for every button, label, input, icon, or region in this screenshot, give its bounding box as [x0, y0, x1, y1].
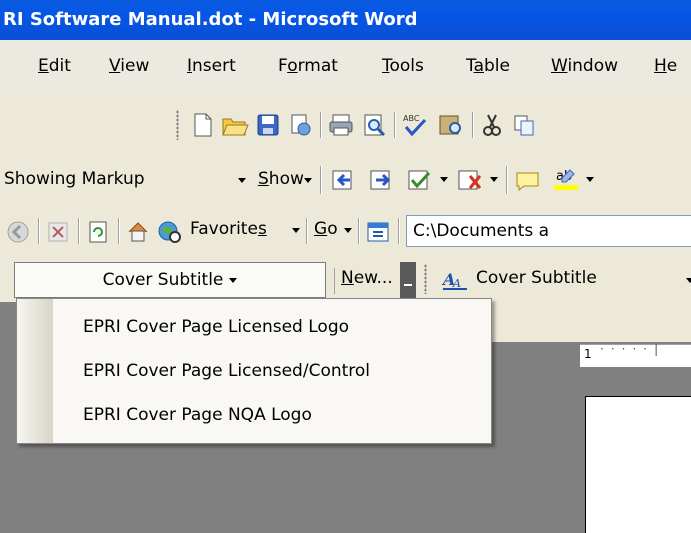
insert-comment-icon[interactable]: [512, 166, 544, 194]
accept-change-icon[interactable]: [404, 166, 436, 194]
ruler-label: 1: [584, 347, 592, 361]
address-field[interactable]: C:\Documents a: [406, 215, 691, 247]
menu-table[interactable]: Table: [466, 56, 510, 76]
window-title: RI Software Manual.dot - Microsoft Word: [3, 9, 418, 30]
window-title-bar: RI Software Manual.dot - Microsoft Word: [0, 0, 691, 40]
menu-item-licensed-control[interactable]: EPRI Cover Page Licensed/Control: [83, 361, 370, 381]
horizontal-ruler[interactable]: 1 ·····|: [580, 342, 691, 367]
menu-help[interactable]: He: [654, 56, 677, 76]
next-change-icon[interactable]: [366, 166, 398, 194]
menu-gutter: [17, 299, 53, 443]
svg-text:ABC: ABC: [403, 114, 420, 123]
toolbar-grip[interactable]: [176, 110, 179, 140]
menu-format[interactable]: Format: [278, 56, 338, 76]
show-menu-button[interactable]: Show: [258, 169, 304, 189]
document-page[interactable]: [585, 396, 691, 533]
style-dropdown-button[interactable]: Cover Subtitle: [14, 262, 326, 298]
separator: [398, 218, 400, 244]
new-document-icon[interactable]: [190, 111, 216, 139]
spelling-icon[interactable]: ABC: [400, 111, 430, 139]
standard-toolbar: ABC: [0, 96, 691, 154]
separator: [320, 112, 322, 138]
print-icon[interactable]: [326, 111, 356, 139]
reviewing-toolbar: Showing Markup Show ab: [0, 154, 691, 206]
separator: [306, 218, 308, 244]
show-only-web-toolbar-icon[interactable]: [364, 218, 392, 246]
start-page-icon[interactable]: [124, 218, 152, 246]
accept-dropdown-arrow[interactable]: [440, 177, 448, 182]
style-dropdown-menu: EPRI Cover Page Licensed Logo EPRI Cover…: [16, 298, 492, 444]
web-toolbar: Favorites Go C:\Documents a: [0, 206, 691, 256]
separator: [38, 218, 40, 244]
menu-tools[interactable]: Tools: [382, 56, 424, 76]
separator: [358, 218, 360, 244]
toolbar-overflow-chevron[interactable]: [400, 262, 416, 298]
separator: [78, 218, 80, 244]
refresh-icon[interactable]: [84, 218, 112, 246]
permission-icon[interactable]: [286, 111, 314, 139]
styles-and-formatting-icon[interactable]: AA: [440, 266, 470, 294]
menu-item-licensed-logo[interactable]: EPRI Cover Page Licensed Logo: [83, 317, 349, 337]
style-combo[interactable]: Cover Subtitle: [476, 268, 597, 288]
ruler-background: [490, 302, 691, 342]
style-combo-dropdown-arrow[interactable]: [686, 278, 691, 283]
save-icon[interactable]: [254, 111, 282, 139]
ruler-ticks: ·····|: [600, 342, 666, 356]
copy-icon[interactable]: [510, 111, 538, 139]
separator: [320, 166, 322, 194]
chevron-down-icon: [229, 277, 238, 283]
reject-dropdown-arrow[interactable]: [490, 177, 498, 182]
menu-edit[interactable]: Edit: [38, 56, 71, 76]
cut-icon[interactable]: [478, 111, 506, 139]
previous-change-icon[interactable]: [328, 166, 360, 194]
menu-window[interactable]: Window: [551, 56, 618, 76]
menu-insert[interactable]: Insert: [187, 56, 236, 76]
go-menu-button[interactable]: Go: [314, 219, 338, 239]
highlight-icon[interactable]: ab: [550, 164, 582, 194]
separator: [472, 112, 474, 138]
highlight-dropdown-arrow[interactable]: [586, 177, 594, 182]
research-icon[interactable]: [436, 111, 466, 139]
back-icon[interactable]: [4, 218, 32, 246]
display-for-review-combo[interactable]: Showing Markup: [4, 169, 145, 189]
toolbar-grip[interactable]: [424, 264, 427, 294]
display-combo-dropdown-arrow[interactable]: [238, 178, 246, 183]
new-style-button[interactable]: New...: [334, 268, 399, 294]
favorites-menu-button[interactable]: Favorites: [190, 219, 267, 239]
favorites-dropdown-arrow[interactable]: [292, 228, 300, 233]
reject-change-icon[interactable]: [454, 166, 486, 194]
print-preview-icon[interactable]: [360, 111, 388, 139]
search-web-icon[interactable]: [156, 218, 184, 246]
open-folder-icon[interactable]: [220, 111, 250, 139]
go-dropdown-arrow[interactable]: [344, 228, 352, 233]
menu-bar: Edit View Insert Format Tools Table Wind…: [0, 40, 691, 96]
separator: [394, 112, 396, 138]
show-dropdown-arrow[interactable]: [304, 178, 312, 183]
menu-item-nqa-logo[interactable]: EPRI Cover Page NQA Logo: [83, 405, 312, 425]
separator: [506, 166, 508, 194]
menu-view[interactable]: View: [109, 56, 149, 76]
stop-icon[interactable]: [44, 218, 72, 246]
separator: [118, 218, 120, 244]
